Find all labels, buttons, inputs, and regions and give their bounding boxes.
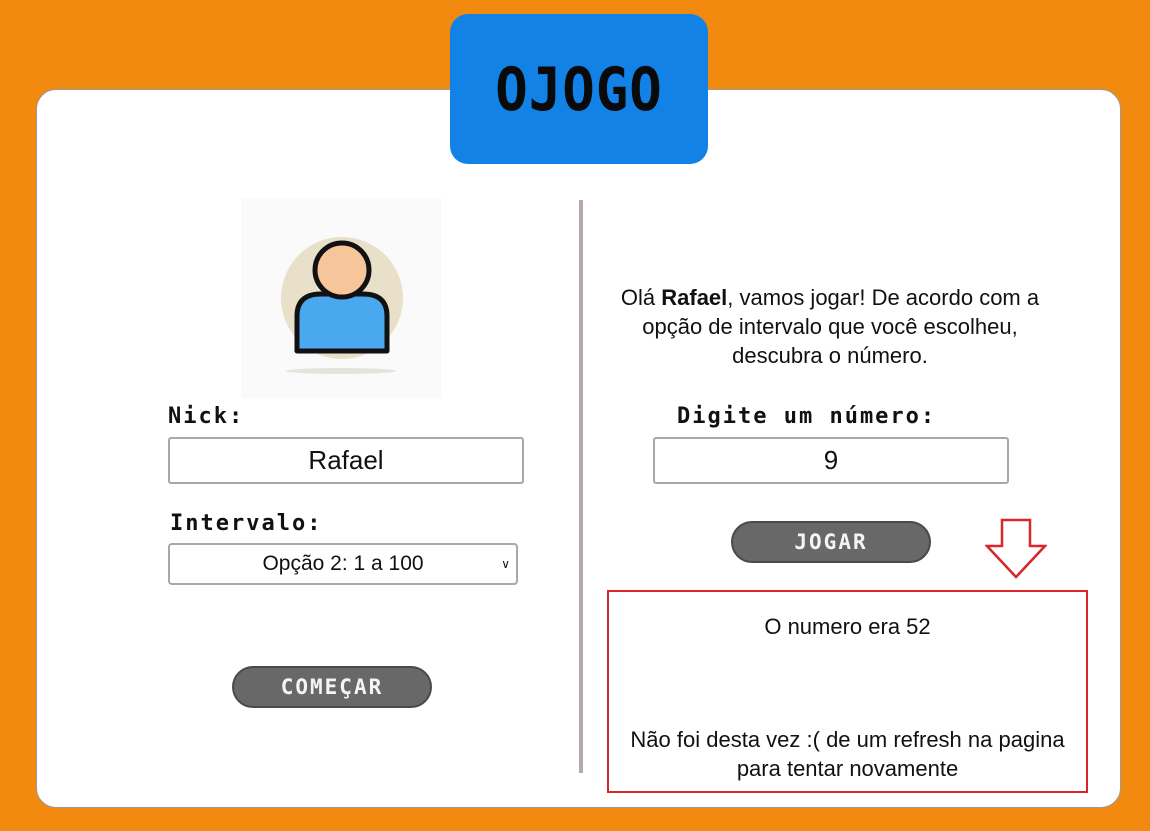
number-label: Digite um número: xyxy=(677,404,937,429)
start-button[interactable]: COMEÇAR xyxy=(232,666,432,708)
user-avatar-icon xyxy=(281,237,403,374)
nick-label: Nick: xyxy=(168,404,245,429)
avatar xyxy=(241,198,441,398)
chevron-down-icon: ∨ xyxy=(501,557,510,571)
nick-input[interactable]: Rafael xyxy=(168,437,524,484)
result-box: O numero era 52 Não foi desta vez :( de … xyxy=(607,590,1088,793)
greeting-name: Rafael xyxy=(661,285,728,310)
interval-select-value: Opção 2: 1 a 100 xyxy=(262,552,424,575)
interval-label: Intervalo: xyxy=(170,511,323,536)
panel-divider xyxy=(579,200,583,773)
greeting-text: Olá Rafael, vamos jogar! De acordo com a… xyxy=(600,283,1060,370)
number-input[interactable]: 9 xyxy=(653,437,1009,484)
arrow-down-icon xyxy=(984,518,1048,580)
play-button[interactable]: JOGAR xyxy=(731,521,931,563)
result-message: Não foi desta vez :( de um refresh na pa… xyxy=(630,727,1065,781)
interval-select[interactable]: Opção 2: 1 a 100 ∨ xyxy=(168,543,518,585)
result-number-text: O numero era 52 xyxy=(764,614,931,639)
greeting-prefix: Olá xyxy=(620,285,662,310)
title-banner: OJOGO xyxy=(450,14,708,164)
page-title: OJOGO xyxy=(495,54,663,124)
